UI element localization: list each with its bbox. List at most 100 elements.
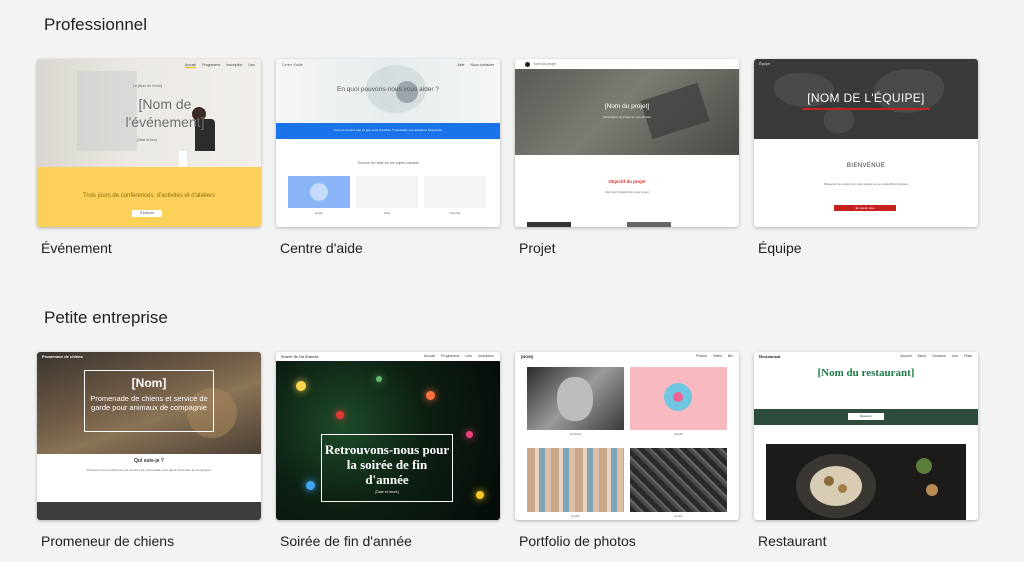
- event-date: [Date et lieu]: [137, 138, 157, 142]
- nav-link: Lieu: [465, 354, 473, 358]
- restaurant-nav: Accueil Menu Horaires Lieu Plats: [900, 354, 972, 358]
- template-card-label: Promeneur de chiens: [41, 533, 175, 549]
- portfolio-caption: Portraits: [569, 432, 582, 436]
- template-card-soiree[interactable]: Soirée de fin d'année Accueil Programme …: [276, 352, 500, 549]
- portfolio-photo-sports: [527, 448, 624, 512]
- dog-about-title: Qui suis-je ?: [133, 458, 164, 464]
- project-logo-icon: [525, 62, 530, 67]
- portfolio-brand: [NOM]: [521, 354, 533, 359]
- nav-link: Accueil: [184, 63, 197, 68]
- help-heading: En quoi pouvons-nous vous aider ?: [337, 86, 439, 93]
- nav-link: Lieu: [248, 63, 255, 67]
- help-subheading: Trouvez de l'aide sur les sujets suivant…: [357, 161, 419, 165]
- team-title-underline: [802, 108, 930, 110]
- help-topic-label: Guide: [314, 211, 323, 215]
- help-topic-tile: [356, 176, 418, 208]
- portfolio-nav: Photos Vidéo Bio: [696, 354, 733, 358]
- event-register-button: S'inscrire: [132, 210, 162, 217]
- event-tagline: Trois jours de conférences, d'activités …: [82, 193, 216, 199]
- dog-brand: Promeneur de chiens: [42, 354, 83, 359]
- nav-link: Programme: [441, 354, 460, 358]
- project-objective-text: Décrivez l'objectif de votre projet: [605, 190, 649, 194]
- restaurant-brand: Restaurant: [759, 354, 781, 359]
- template-card-label: Restaurant: [758, 533, 827, 549]
- dog-footer: [37, 502, 261, 520]
- template-card-projet[interactable]: Nom du projet [Nom du projet] Descriptio…: [515, 59, 739, 256]
- project-gallery-image: [627, 222, 671, 227]
- portfolio-photo-studio: [630, 367, 727, 430]
- nav-link: Horaires: [932, 354, 946, 358]
- portfolio-caption: Aérien: [674, 514, 683, 518]
- template-thumbnail[interactable]: Restaurant Accueil Menu Horaires Lieu Pl…: [754, 352, 978, 520]
- project-hero-image: [515, 69, 739, 155]
- template-card-portfolio[interactable]: [NOM] Photos Vidéo Bio Portraits Studio …: [515, 352, 739, 549]
- portfolio-photo-aerial: [630, 448, 727, 512]
- restaurant-food-image: [766, 444, 966, 520]
- dog-title: [Nom]: [131, 376, 167, 390]
- project-subtitle: Description du projet en une phrase: [603, 115, 651, 119]
- party-nav: Accueil Programme Lieu Inscription: [424, 354, 494, 358]
- help-brand: Centre d'aide: [282, 63, 303, 67]
- template-card-label: Équipe: [758, 240, 802, 256]
- event-nav: Accueil Programme Inscription Lieu: [184, 63, 255, 68]
- team-brand: Équipe: [759, 62, 770, 66]
- dog-subtitle: Promenade de chiens et service de garde …: [90, 394, 208, 412]
- portfolio-caption: Sports: [571, 514, 580, 518]
- template-thumbnail[interactable]: Centre d'aide Aide Nous contacter En quo…: [276, 59, 500, 227]
- portfolio-caption: Studio: [674, 432, 683, 436]
- nav-link: Programme: [202, 63, 221, 67]
- nav-link: Plats: [964, 354, 972, 358]
- template-card-centre-aide[interactable]: Centre d'aide Aide Nous contacter En quo…: [276, 59, 500, 256]
- party-brand: Soirée de fin d'année: [281, 354, 319, 359]
- event-title: [Nom de l'événement]: [125, 96, 205, 130]
- nav-link: Vidéo: [713, 354, 722, 358]
- nav-link: Accueil: [423, 354, 436, 358]
- help-topic-label: FAQ: [383, 211, 390, 215]
- template-thumbnail[interactable]: Accueil Programme Inscription Lieu Le [N…: [37, 59, 261, 227]
- team-cta-button: En savoir plus: [834, 205, 896, 211]
- template-card-label: Projet: [519, 240, 556, 256]
- help-topic-tile: [424, 176, 486, 208]
- help-nav: Aide Nous contacter: [457, 63, 494, 67]
- nav-link: Inscription: [478, 354, 494, 358]
- template-card-label: Portfolio de photos: [519, 533, 636, 549]
- nav-link: Accueil: [900, 354, 912, 358]
- nav-link: Menu: [917, 354, 927, 358]
- project-brand: Nom du projet: [534, 62, 556, 66]
- section-title-professionnel: Professionnel: [44, 15, 148, 34]
- nav-link: Aide: [457, 63, 465, 67]
- team-title: [NOM DE L'ÉQUIPE]: [807, 91, 925, 105]
- restaurant-reserve-button: Réserver: [848, 413, 884, 420]
- template-thumbnail[interactable]: Nom du projet [Nom du projet] Descriptio…: [515, 59, 739, 227]
- template-thumbnail[interactable]: Promeneur de chiens [Nom] Promenade de c…: [37, 352, 261, 520]
- template-card-promeneur-chiens[interactable]: Promeneur de chiens [Nom] Promenade de c…: [37, 352, 261, 549]
- portfolio-photo-portrait: [527, 367, 624, 430]
- help-banner-text: Vous ne trouvez pas ce que vous cherchez…: [333, 128, 443, 132]
- restaurant-title: [Nom du restaurant]: [817, 367, 915, 379]
- help-topic-label: Tutoriels: [449, 211, 461, 215]
- template-card-label: Centre d'aide: [280, 240, 363, 256]
- party-date: [Date et heure]: [375, 490, 399, 494]
- project-title: [Nom du projet]: [604, 103, 650, 110]
- dog-about-text: Présentez-vous et décrivez vos services …: [86, 468, 212, 472]
- template-thumbnail[interactable]: Soirée de fin d'année Accueil Programme …: [276, 352, 500, 520]
- template-thumbnail[interactable]: [NOM] Photos Vidéo Bio Portraits Studio …: [515, 352, 739, 520]
- team-text: Présentez la mission de votre équipe et …: [823, 182, 909, 186]
- team-welcome: BIENVENUE: [846, 163, 886, 169]
- party-title: Retrouvons-nous pour la soirée de fin d'…: [324, 442, 450, 487]
- template-card-restaurant[interactable]: Restaurant Accueil Menu Horaires Lieu Pl…: [754, 352, 978, 549]
- event-small-title: Le [Nom de l'évén]: [133, 84, 163, 88]
- template-card-evenement[interactable]: Accueil Programme Inscription Lieu Le [N…: [37, 59, 261, 256]
- nav-link: Photos: [696, 354, 708, 358]
- project-gallery-image: [527, 222, 571, 227]
- nav-link: Bio: [727, 354, 733, 358]
- help-topic-tile: [288, 176, 350, 208]
- nav-link: Nous contacter: [470, 63, 494, 67]
- section-title-petite-entreprise: Petite entreprise: [44, 308, 168, 327]
- template-card-label: Soirée de fin d'année: [280, 533, 412, 549]
- template-card-equipe[interactable]: Équipe [NOM DE L'ÉQUIPE] BIENVENUE Prése…: [754, 59, 978, 256]
- template-thumbnail[interactable]: Équipe [NOM DE L'ÉQUIPE] BIENVENUE Prése…: [754, 59, 978, 227]
- nav-link: Inscription: [226, 63, 243, 67]
- nav-link: Lieu: [951, 354, 959, 358]
- project-objective-title: Objectif du projet: [608, 179, 646, 184]
